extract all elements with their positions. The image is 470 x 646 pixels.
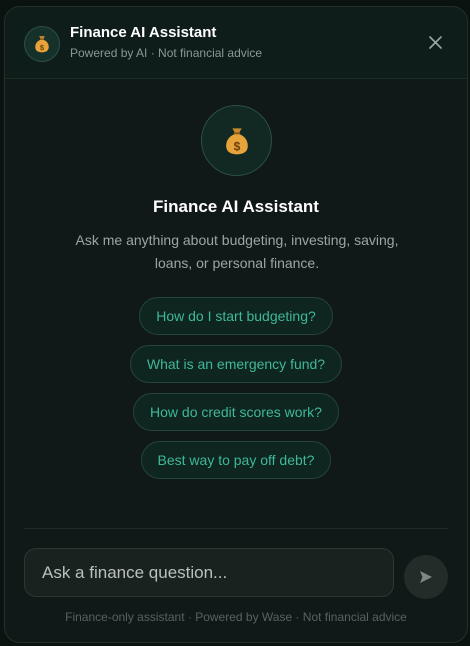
suggestion-chip[interactable]: How do I start budgeting? [139, 297, 333, 335]
money-bag-icon: $ [225, 127, 248, 154]
hero-avatar: $ [201, 105, 272, 176]
chat-header: $ Finance AI Assistant Powered by AI · N… [5, 7, 467, 79]
suggestion-chip[interactable]: What is an emergency fund? [129, 345, 343, 383]
hero-description: Ask me anything about budgeting, investi… [75, 232, 399, 271]
suggestion-chip[interactable]: Best way to pay off debt? [140, 441, 332, 479]
money-bag-icon: $ [35, 36, 49, 53]
question-input[interactable] [24, 548, 394, 597]
chat-panel: $ Finance AI Assistant Powered by AI · N… [4, 6, 468, 643]
footer-disclaimer: Finance-only assistant · Powered by Wase… [65, 610, 407, 624]
svg-text:$: $ [233, 139, 240, 153]
header-subtitle: Powered by AI · Not financial advice [70, 46, 263, 60]
suggestion-chip[interactable]: How do credit scores work? [133, 393, 339, 431]
header-title: Finance AI Assistant [70, 24, 217, 41]
hero-title: Finance AI Assistant [153, 197, 319, 216]
assistant-avatar: $ [24, 26, 60, 62]
send-icon [420, 571, 432, 583]
composer-divider [24, 528, 448, 529]
close-button[interactable] [425, 32, 445, 52]
send-button[interactable] [404, 555, 448, 599]
suggestion-list: How do I start budgeting? What is an eme… [5, 297, 467, 479]
close-icon [428, 35, 442, 49]
